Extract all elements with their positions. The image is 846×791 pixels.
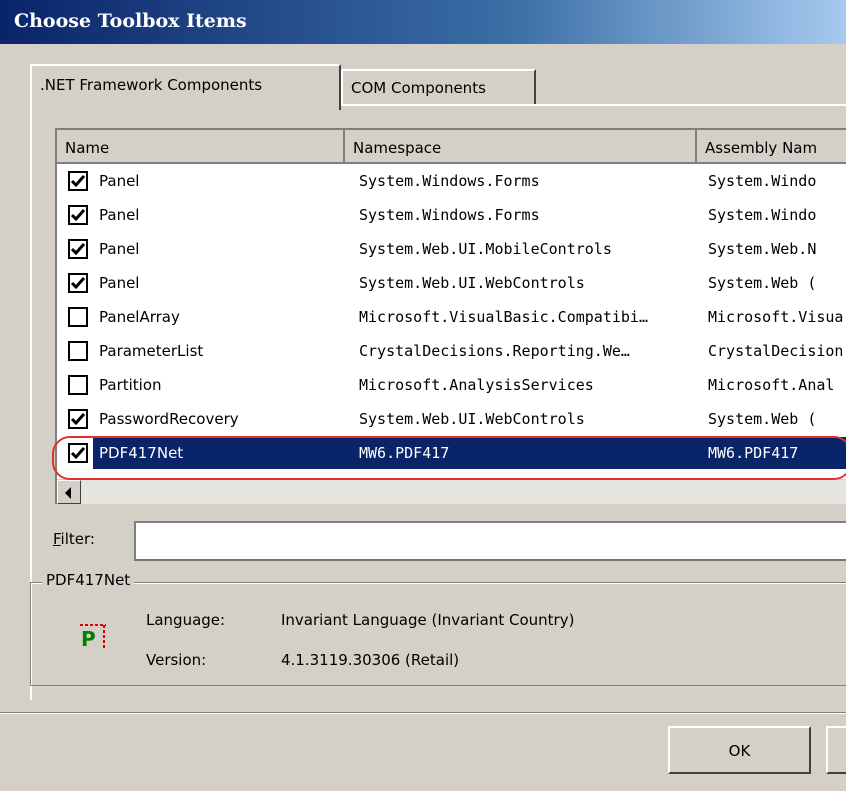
row-assembly-name: Microsoft.Anal	[708, 376, 835, 394]
language-value: Invariant Language (Invariant Country)	[281, 611, 575, 629]
row-name: Panel	[99, 274, 140, 292]
row-checkbox[interactable]	[68, 409, 88, 429]
row-checkbox[interactable]	[68, 171, 88, 191]
row-checkbox[interactable]	[68, 239, 88, 259]
row-namespace: CrystalDecisions.Reporting.We…	[359, 342, 630, 360]
checkmark-icon	[71, 243, 85, 256]
next-button-partial[interactable]	[826, 726, 846, 774]
bottom-separator	[0, 712, 846, 714]
row-name: Partition	[99, 376, 162, 394]
ok-button[interactable]: OK	[668, 726, 811, 774]
row-name: PasswordRecovery	[99, 410, 239, 428]
column-header-name[interactable]: Name	[57, 130, 345, 164]
row-name: PanelArray	[99, 308, 180, 326]
filter-label-mnemonic: F	[53, 530, 61, 548]
table-row[interactable]: PanelArray Microsoft.VisualBasic.Compatib…	[57, 300, 846, 334]
filter-label-rest: ilter:	[60, 530, 95, 548]
row-checkbox[interactable]	[68, 273, 88, 293]
checkmark-icon	[71, 277, 85, 290]
row-assembly-name: System.Web (	[708, 410, 817, 428]
row-assembly-name: System.Web.N	[708, 240, 817, 258]
row-assembly-name: System.Windo	[708, 172, 817, 190]
row-checkbox[interactable]	[68, 341, 88, 361]
row-name: Panel	[99, 206, 140, 224]
checkmark-icon	[71, 175, 85, 188]
row-name: ParameterList	[99, 342, 204, 360]
row-assembly-name: System.Web (	[708, 274, 817, 292]
column-headers: Name Namespace Assembly Nam	[57, 130, 846, 164]
title-bar[interactable]: Choose Toolbox Items	[0, 0, 846, 44]
row-assembly-name: CrystalDecision	[708, 342, 844, 360]
row-namespace: System.Windows.Forms	[359, 172, 540, 190]
language-label: Language:	[146, 611, 226, 629]
table-row[interactable]: Panel System.Windows.Forms System.Windo	[57, 198, 846, 232]
checkmark-icon	[71, 447, 85, 460]
table-row[interactable]: Partition Microsoft.AnalysisServices Micro…	[57, 368, 846, 402]
table-row[interactable]: PasswordRecovery System.Web.UI.WebControl…	[57, 402, 846, 436]
table-row[interactable]: ParameterList CrystalDecisions.Reporting.…	[57, 334, 846, 368]
row-checkbox[interactable]	[68, 375, 88, 395]
version-label: Version:	[146, 651, 207, 669]
version-value: 4.1.3119.30306 (Retail)	[281, 651, 460, 669]
row-namespace: Microsoft.VisualBasic.Compatibi…	[359, 308, 648, 326]
row-namespace: System.Web.UI.WebControls	[359, 274, 585, 292]
window-title: Choose Toolbox Items	[14, 10, 247, 32]
row-name: Panel	[99, 172, 140, 190]
tab-net-framework-components[interactable]: .NET Framework Components	[30, 64, 341, 110]
svg-text:P: P	[81, 627, 96, 651]
choose-toolbox-items-dialog: Choose Toolbox Items .NET Framework Comp…	[0, 0, 846, 791]
row-assembly-name: Microsoft.Visua	[708, 308, 844, 326]
component-icon: P	[78, 622, 108, 652]
table-row[interactable]: PDF417Net MW6.PDF417 MW6.PDF417	[57, 436, 846, 470]
row-assembly-name: System.Windo	[708, 206, 817, 224]
column-header-assembly-name[interactable]: Assembly Nam	[697, 130, 846, 164]
list-rows: Panel System.Windows.Forms System.Windo Pan…	[57, 164, 846, 470]
tab-com-components[interactable]: COM Components	[341, 69, 536, 106]
row-checkbox[interactable]	[68, 205, 88, 225]
row-name: PDF417Net	[99, 444, 184, 462]
table-row[interactable]: Panel System.Windows.Forms System.Windo	[57, 164, 846, 198]
filter-input[interactable]	[134, 521, 846, 561]
details-groupbox-title: PDF417Net	[42, 571, 135, 589]
row-namespace: System.Web.UI.MobileControls	[359, 240, 612, 258]
horizontal-scrollbar[interactable]	[57, 479, 846, 504]
details-groupbox	[30, 582, 846, 686]
row-assembly-name: MW6.PDF417	[708, 444, 799, 462]
filter-label: Filter:	[53, 530, 95, 548]
column-header-namespace[interactable]: Namespace	[345, 130, 697, 164]
table-row[interactable]: Panel System.Web.UI.WebControls System.Web…	[57, 266, 846, 300]
row-name: Panel	[99, 240, 140, 258]
table-row[interactable]: Panel System.Web.UI.MobileControls System.…	[57, 232, 846, 266]
checkmark-icon	[71, 413, 85, 426]
row-namespace: System.Windows.Forms	[359, 206, 540, 224]
row-checkbox[interactable]	[68, 307, 88, 327]
row-namespace: System.Web.UI.WebControls	[359, 410, 585, 428]
row-namespace: MW6.PDF417	[359, 444, 450, 462]
row-namespace: Microsoft.AnalysisServices	[359, 376, 594, 394]
components-list[interactable]: Name Namespace Assembly Nam Panel System.…	[55, 128, 846, 504]
checkmark-icon	[71, 209, 85, 222]
row-checkbox[interactable]	[68, 443, 88, 463]
scroll-left-arrow-icon[interactable]	[57, 480, 81, 504]
